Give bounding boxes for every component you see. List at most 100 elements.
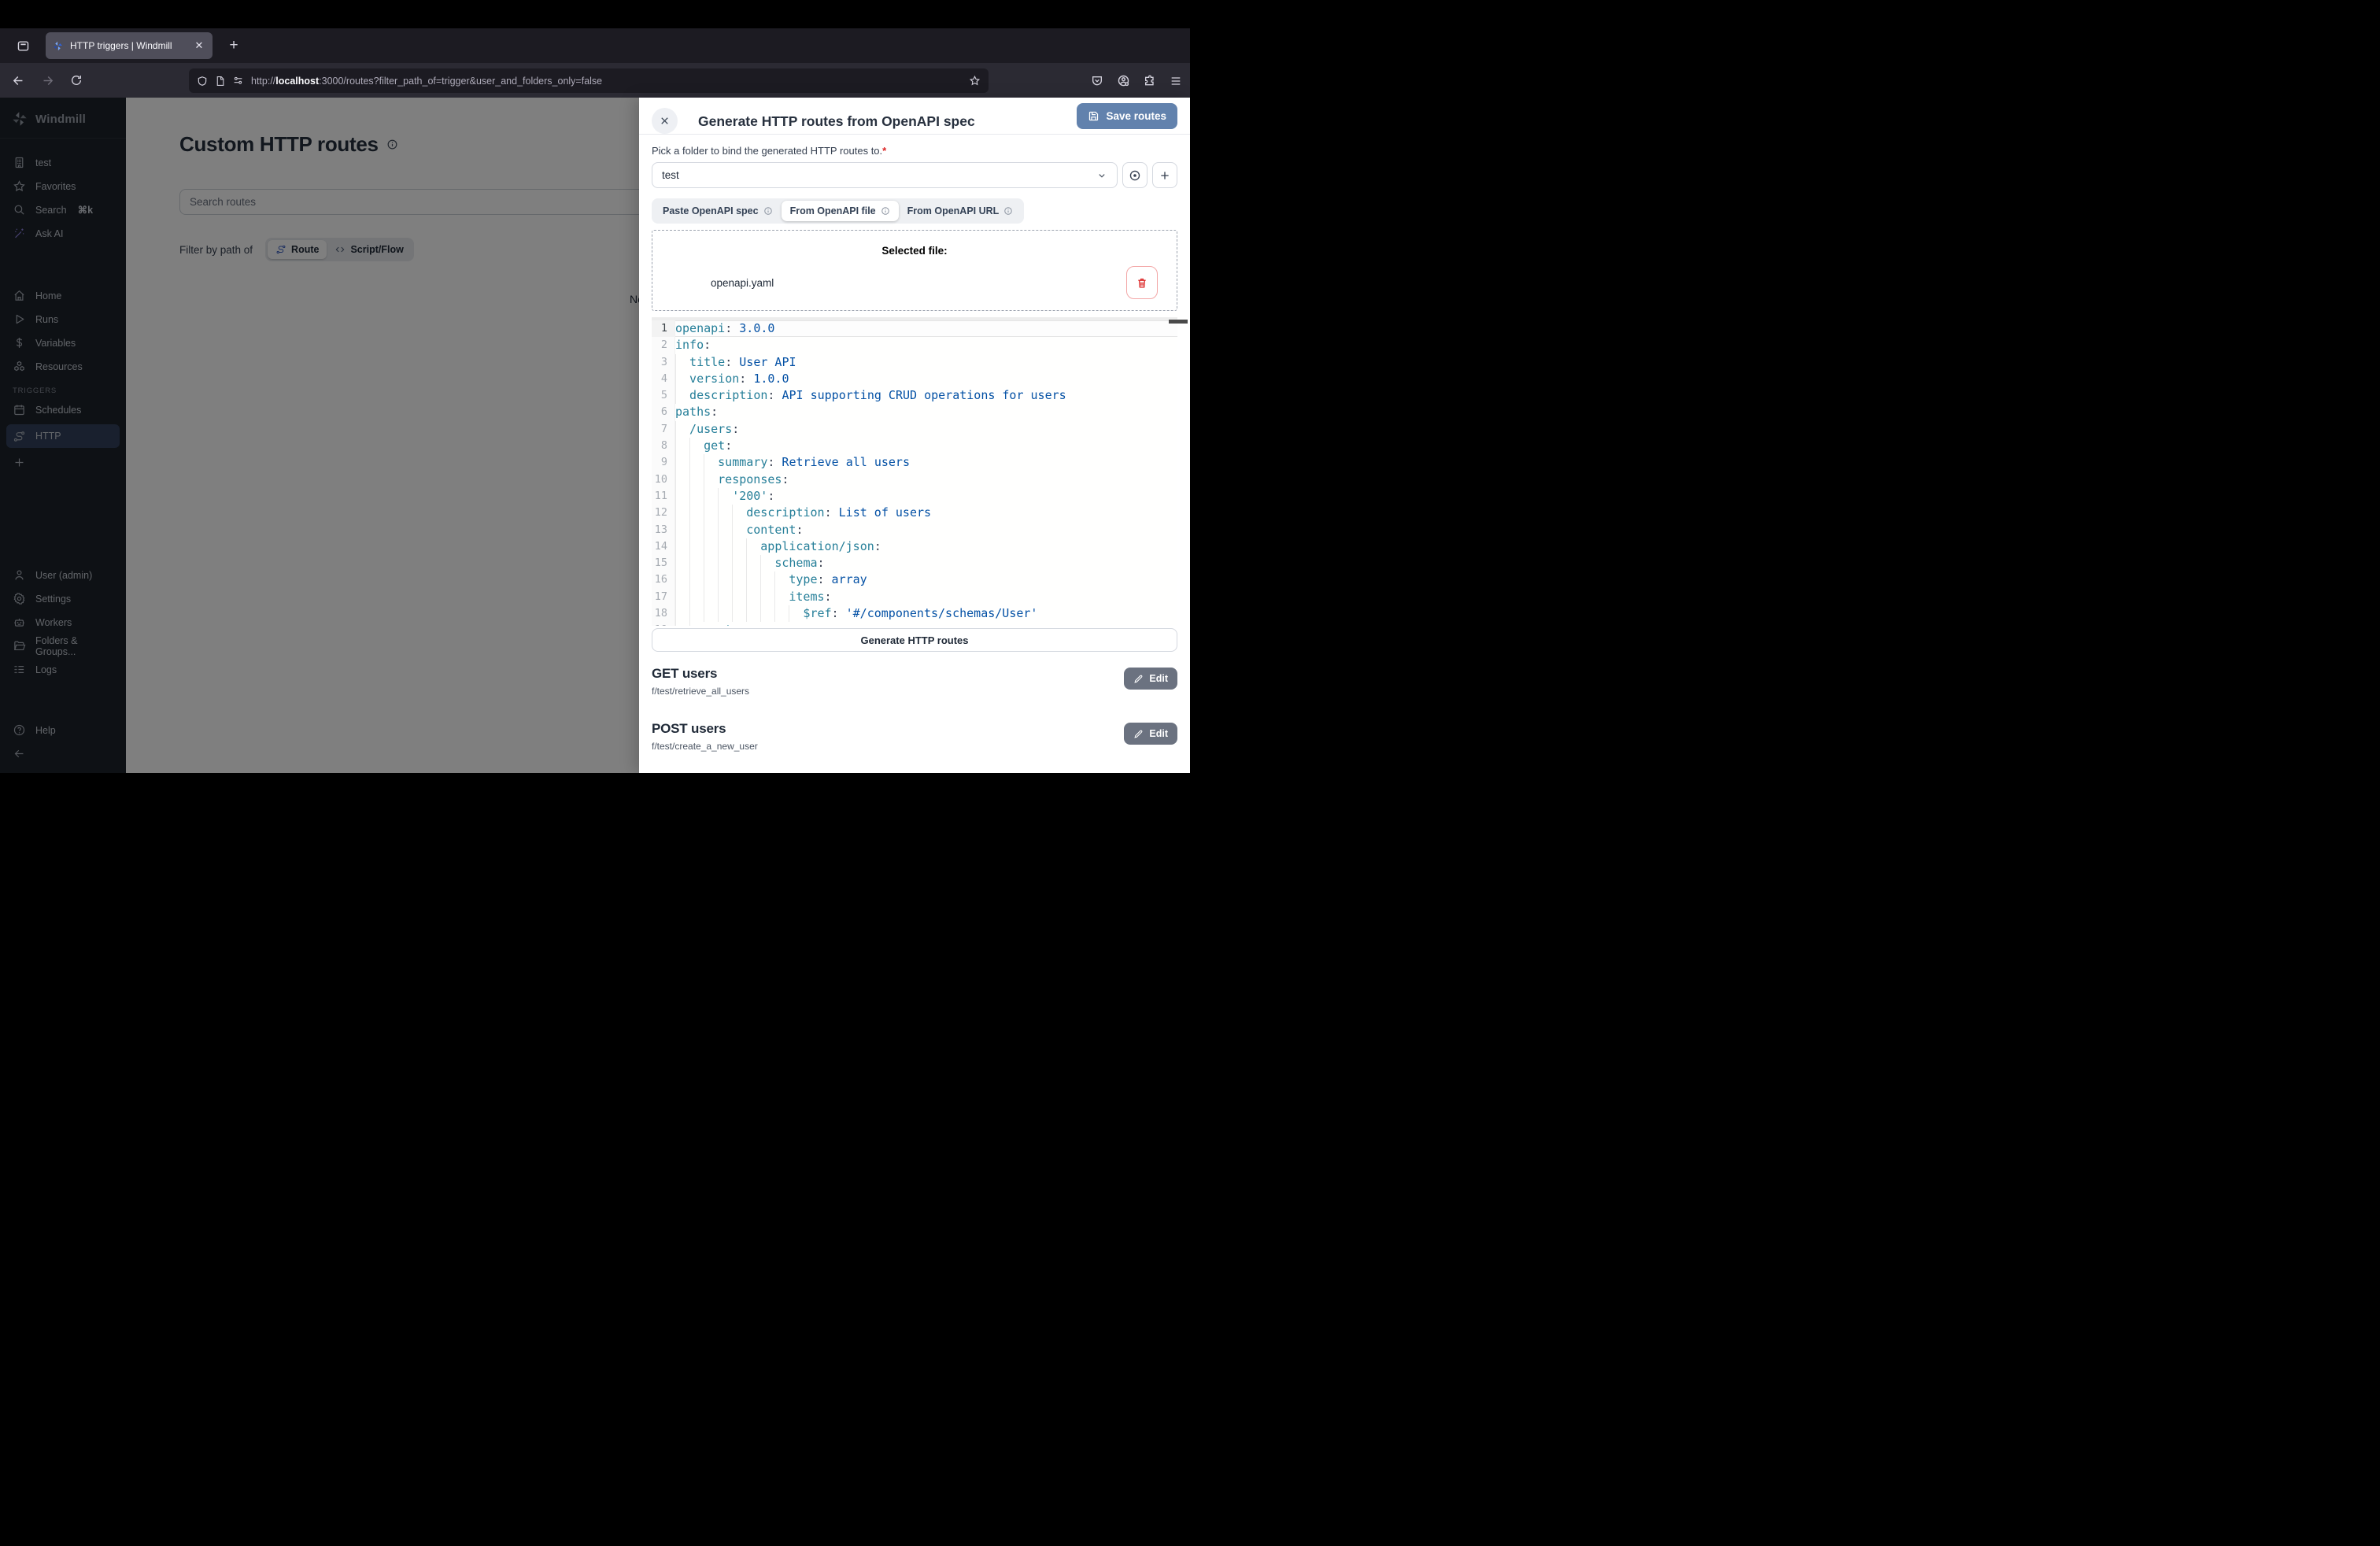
line-number: 1 xyxy=(652,320,675,337)
code-line-6[interactable]: 6paths: xyxy=(652,404,1177,420)
code-line-10[interactable]: 10responses: xyxy=(652,472,1177,488)
line-content: paths: xyxy=(675,404,1177,420)
selected-file-label: Selected file: xyxy=(652,245,1177,257)
required-asterisk: * xyxy=(882,145,886,157)
line-content: description: API supporting CRUD operati… xyxy=(675,387,1177,404)
file-dropzone[interactable]: Selected file: openapi.yaml xyxy=(652,230,1177,311)
back-icon[interactable] xyxy=(7,69,29,91)
line-content: schema: xyxy=(675,555,1177,571)
code-line-14[interactable]: 14application/json: xyxy=(652,538,1177,555)
tab-close-icon[interactable]: ✕ xyxy=(192,39,206,53)
code-line-17[interactable]: 17items: xyxy=(652,589,1177,605)
openapi-drawer: Generate HTTP routes from OpenAPI spec S… xyxy=(639,98,1190,773)
code-line-7[interactable]: 7/users: xyxy=(652,421,1177,438)
line-content: '200': xyxy=(675,488,1177,505)
modal-dim-overlay[interactable] xyxy=(0,98,639,773)
permissions-icon[interactable] xyxy=(232,76,244,86)
route-path: f/test/retrieve_all_users xyxy=(652,686,749,697)
pencil-icon xyxy=(1133,674,1144,684)
generate-routes-button[interactable]: Generate HTTP routes xyxy=(652,628,1177,652)
line-content: /users: xyxy=(675,421,1177,438)
line-number: 12 xyxy=(652,505,675,521)
code-line-13[interactable]: 13content: xyxy=(652,522,1177,538)
info-icon[interactable] xyxy=(1003,206,1013,216)
code-line-3[interactable]: 3title: User API xyxy=(652,354,1177,371)
edit-route-button[interactable]: Edit xyxy=(1124,723,1177,745)
code-line-15[interactable]: 15schema: xyxy=(652,555,1177,571)
new-tab-button[interactable]: + xyxy=(224,35,244,56)
code-line-4[interactable]: 4version: 1.0.0 xyxy=(652,371,1177,387)
route-title: GET users xyxy=(652,666,749,682)
pencil-icon xyxy=(1133,729,1144,739)
extensions-icon[interactable] xyxy=(1144,75,1156,87)
shield-icon[interactable] xyxy=(197,76,208,87)
line-number: 16 xyxy=(652,571,675,588)
openapi-source-tabs: Paste OpenAPI spec From OpenAPI file From … xyxy=(652,198,1024,224)
tab-from-openapi-file[interactable]: From OpenAPI file xyxy=(782,201,899,221)
pocket-icon[interactable] xyxy=(1091,75,1103,87)
account-icon[interactable] xyxy=(1117,74,1130,87)
url-text[interactable]: http://localhost:3000/routes?filter_path… xyxy=(251,76,962,87)
code-line-18[interactable]: 18$ref: '#/components/schemas/User' xyxy=(652,605,1177,622)
tab-paste-openapi-spec[interactable]: Paste OpenAPI spec xyxy=(654,201,782,221)
code-line-1[interactable]: 1openapi: 3.0.0 xyxy=(652,320,1177,337)
trash-icon xyxy=(1136,276,1148,290)
tab-label: From OpenAPI file xyxy=(790,205,876,216)
code-line-2[interactable]: 2info: xyxy=(652,337,1177,353)
menu-icon[interactable] xyxy=(1170,75,1182,87)
code-line-11[interactable]: 11'200': xyxy=(652,488,1177,505)
reload-icon[interactable] xyxy=(65,69,87,91)
line-content: summary: Retrieve all users xyxy=(675,454,1177,471)
edit-route-button[interactable]: Edit xyxy=(1124,668,1177,690)
line-number: 11 xyxy=(652,488,675,505)
line-content: title: User API xyxy=(675,354,1177,371)
line-number: 10 xyxy=(652,472,675,488)
browser-tabstrip: HTTP triggers | Windmill ✕ + xyxy=(0,28,1190,63)
code-line-5[interactable]: 5description: API supporting CRUD operat… xyxy=(652,387,1177,404)
remove-file-button[interactable] xyxy=(1126,266,1158,299)
page-info-icon[interactable] xyxy=(215,76,225,87)
line-content: responses: xyxy=(675,472,1177,488)
window-titlebar xyxy=(0,0,1190,28)
route-path: f/test/create_a_new_user xyxy=(652,741,758,752)
tab-title: HTTP triggers | Windmill xyxy=(70,40,186,51)
line-content: post: xyxy=(675,622,1177,626)
plus-icon xyxy=(1159,169,1171,182)
firefox-view-icon[interactable] xyxy=(13,35,33,56)
line-content: application/json: xyxy=(675,538,1177,555)
line-number: 9 xyxy=(652,454,675,471)
toolbar-right-icons xyxy=(1091,68,1182,93)
line-number: 13 xyxy=(652,522,675,538)
line-content: version: 1.0.0 xyxy=(675,371,1177,387)
tab-from-openapi-url[interactable]: From OpenAPI URL xyxy=(899,201,1022,221)
browser-tab[interactable]: HTTP triggers | Windmill ✕ xyxy=(46,32,213,59)
bookmark-star-icon[interactable] xyxy=(969,75,981,87)
info-icon[interactable] xyxy=(763,206,773,216)
url-bar[interactable]: http://localhost:3000/routes?filter_path… xyxy=(189,68,989,93)
line-content: get: xyxy=(675,438,1177,454)
save-routes-button[interactable]: Save routes xyxy=(1077,103,1177,129)
line-number: 19 xyxy=(652,622,675,626)
tab-label: From OpenAPI URL xyxy=(907,205,1000,216)
folder-select[interactable]: test xyxy=(652,162,1118,188)
line-number: 6 xyxy=(652,404,675,420)
code-line-12[interactable]: 12description: List of users xyxy=(652,505,1177,521)
view-folder-button[interactable] xyxy=(1122,162,1148,188)
line-number: 14 xyxy=(652,538,675,555)
editor-cursor-overview-mark xyxy=(1169,320,1188,324)
info-icon[interactable] xyxy=(881,206,890,216)
line-number: 18 xyxy=(652,605,675,622)
line-content: info: xyxy=(675,337,1177,353)
line-number: 7 xyxy=(652,421,675,438)
line-content: type: array xyxy=(675,571,1177,588)
code-line-19[interactable]: 19post: xyxy=(652,622,1177,626)
code-line-8[interactable]: 8get: xyxy=(652,438,1177,454)
forward-icon[interactable] xyxy=(36,69,58,91)
code-line-16[interactable]: 16type: array xyxy=(652,571,1177,588)
code-line-9[interactable]: 9summary: Retrieve all users xyxy=(652,454,1177,471)
drawer-title: Generate HTTP routes from OpenAPI spec xyxy=(698,113,975,130)
close-icon[interactable] xyxy=(652,108,678,134)
add-folder-button[interactable] xyxy=(1152,162,1177,188)
yaml-code-editor[interactable]: 1openapi: 3.0.02info:3title: User API4ve… xyxy=(652,317,1177,626)
line-number: 3 xyxy=(652,354,675,371)
